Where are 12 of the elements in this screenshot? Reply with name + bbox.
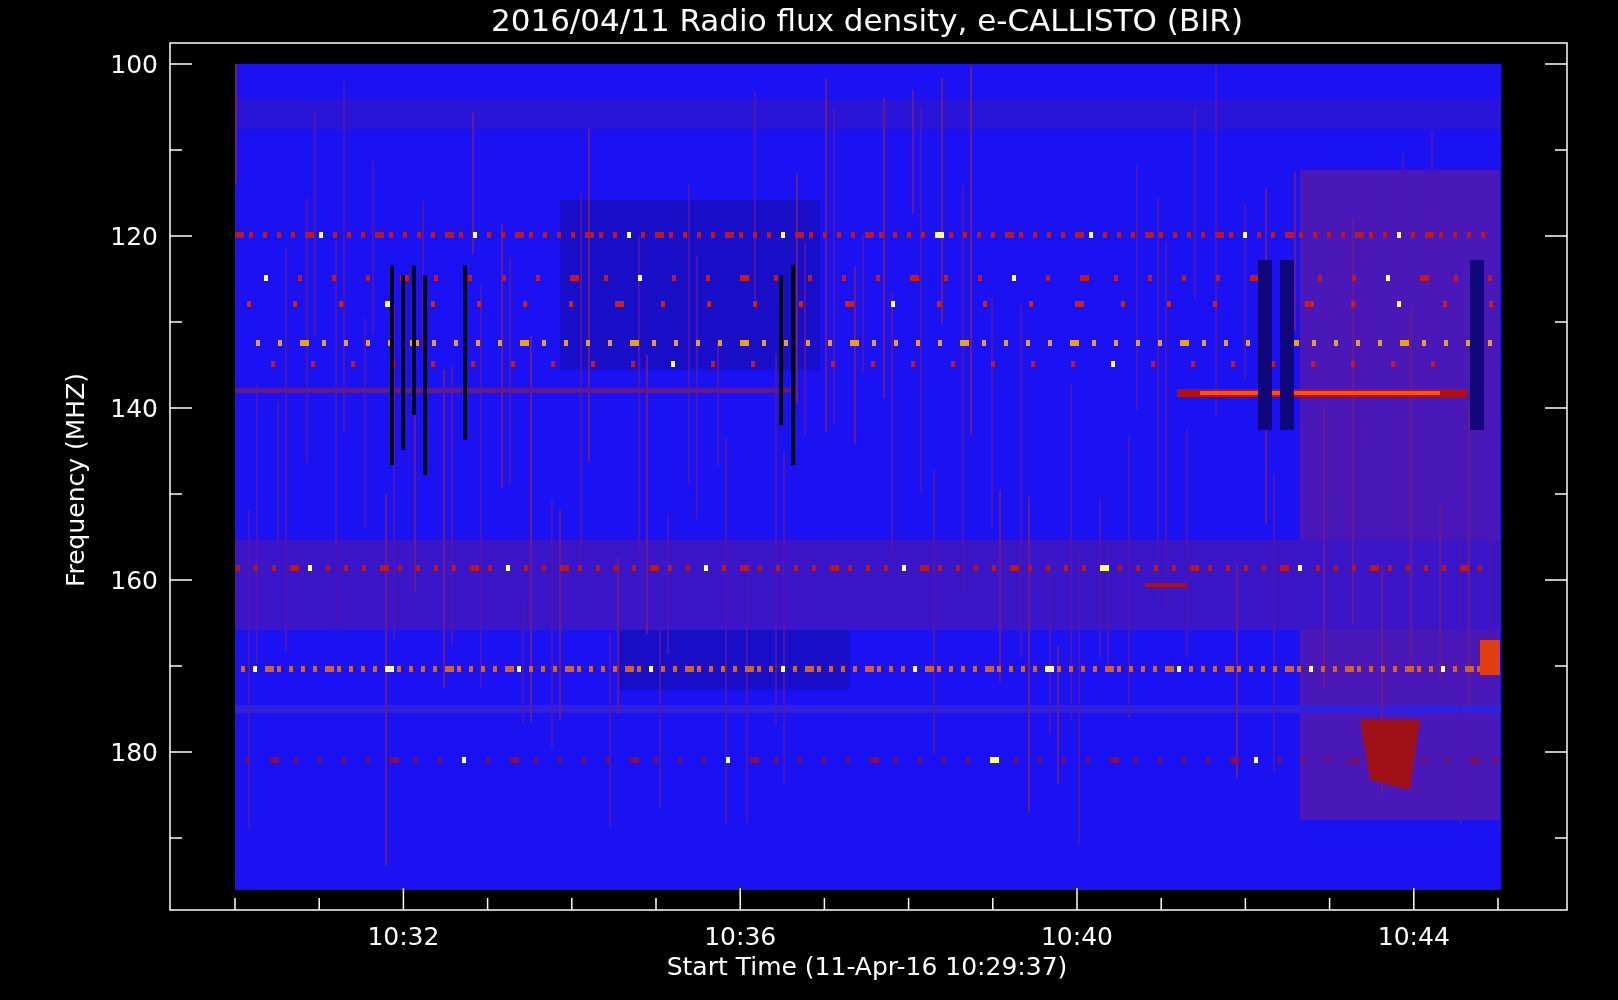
tick-label: 10:40 — [1041, 922, 1113, 951]
tick-label: 160 — [110, 566, 158, 595]
tick-label: 180 — [110, 738, 158, 767]
tick-label: 10:32 — [367, 922, 440, 951]
tick-label: 120 — [110, 222, 158, 251]
axis-label: Frequency (MHZ) — [61, 372, 90, 588]
tick-label: 100 — [110, 50, 158, 79]
tick-label: 10:36 — [704, 922, 777, 951]
chart-title: 2016/04/11 Radio flux density, e-CALLISTO (BIR) — [491, 2, 1243, 38]
tick-label: 140 — [110, 394, 158, 423]
tick-label: 10:44 — [1377, 922, 1450, 951]
axis-label: Start Time (11-Apr-16 10:29:37) — [666, 952, 1068, 981]
